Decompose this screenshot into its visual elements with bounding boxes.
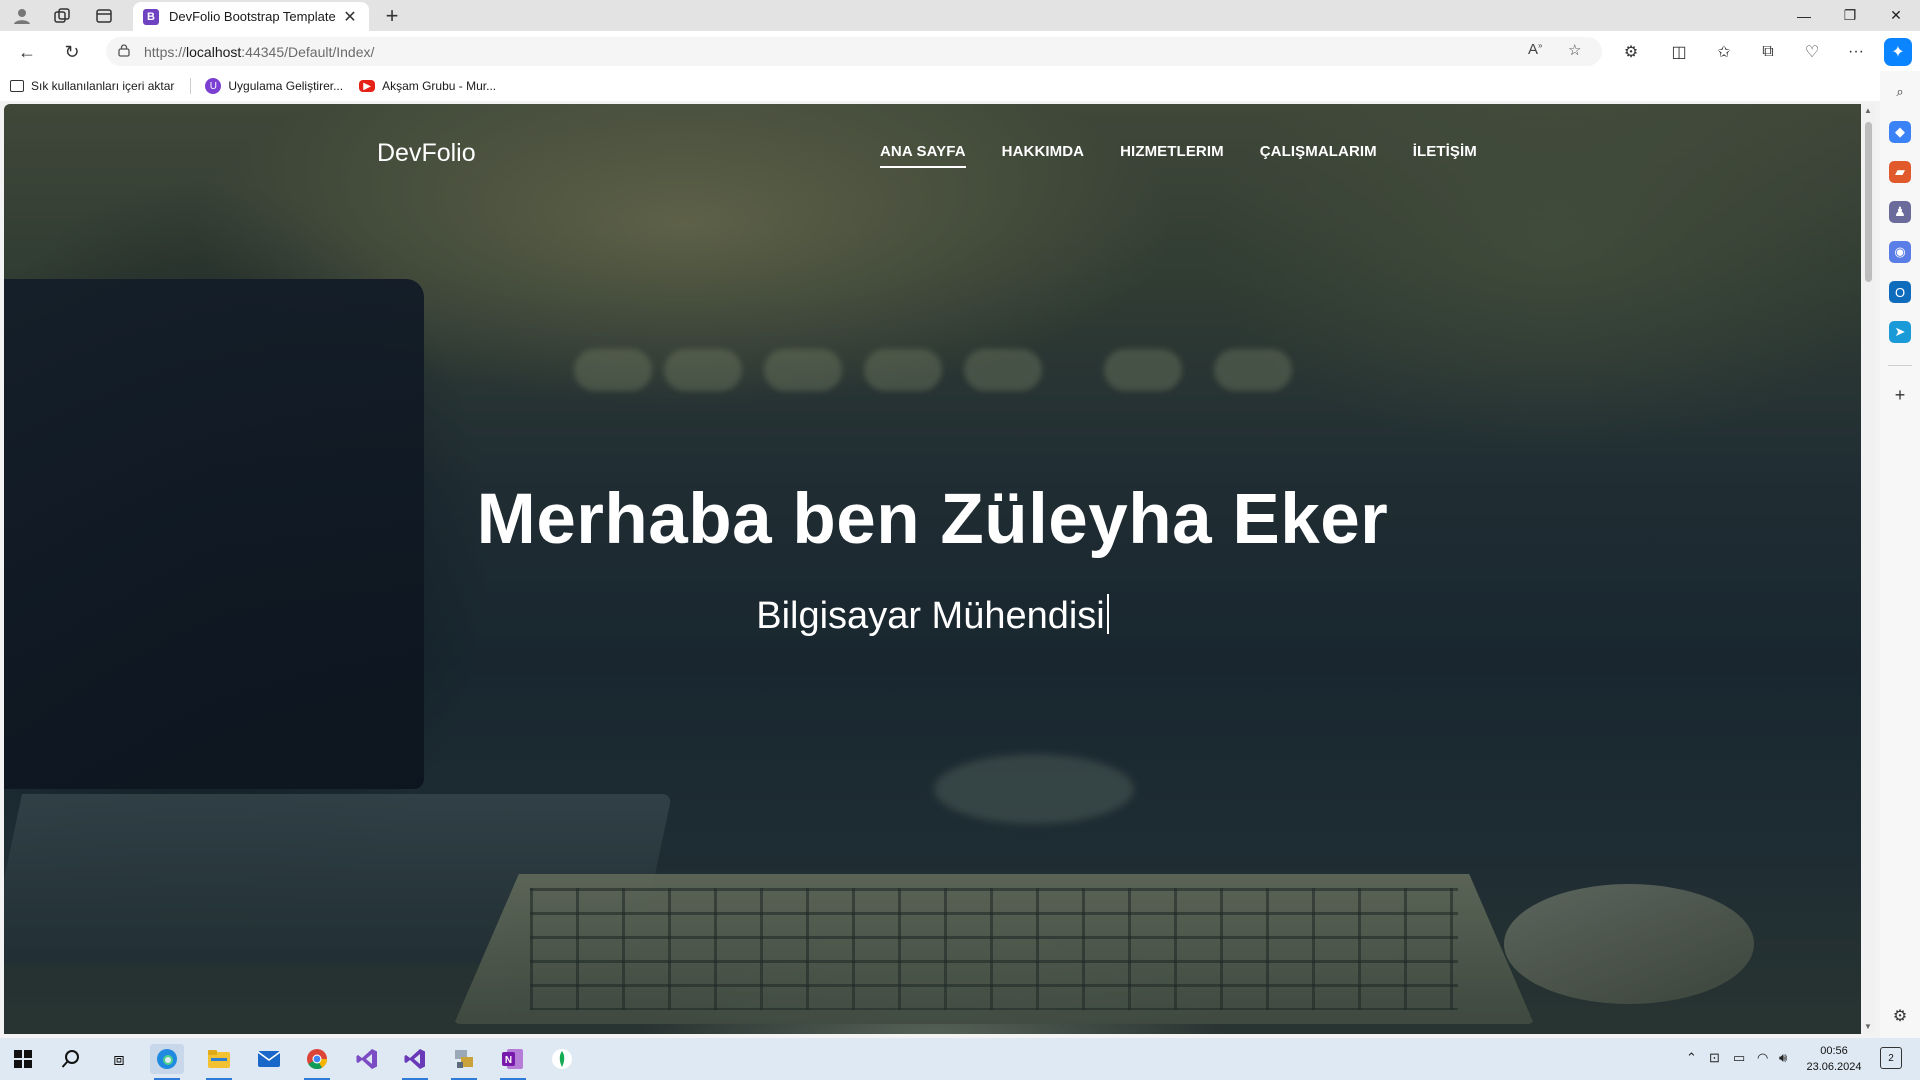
favorite-item[interactable]: Sık kullanılanları içeri aktar: [10, 79, 174, 93]
site-header: DevFolio ANA SAYFA HAKKIMDA HIZMETLERIM …: [4, 104, 1861, 194]
typing-caret: [1106, 594, 1109, 634]
tab-title: DevFolio Bootstrap Template: [169, 9, 336, 24]
browser-tab-bar: B DevFolio Bootstrap Template ✕ + — ❐ ✕: [0, 0, 1920, 31]
scroll-down-icon[interactable]: ▼: [1864, 1022, 1872, 1031]
meet-now-icon[interactable]: ⊡: [1709, 1050, 1720, 1066]
main-menu: ANA SAYFA HAKKIMDA HIZMETLERIM ÇALIŞMALA…: [880, 143, 1513, 168]
clock-date: 23.06.2024: [1806, 1061, 1862, 1073]
close-tab-icon[interactable]: ✕: [341, 7, 359, 27]
menu-item-hakkimda[interactable]: HAKKIMDA: [1002, 143, 1084, 160]
windows-taskbar: ⧈ N ⌃ ⊡ ▭ ◠ 🔊︎ 00:56 23.06.2024 2: [0, 1038, 1920, 1080]
extensions-icon[interactable]: ⚙: [1617, 38, 1645, 66]
visual-studio-icon[interactable]: [398, 1044, 432, 1080]
copilot-icon[interactable]: ✦: [1884, 38, 1912, 66]
favorite-item[interactable]: U Uygulama Geliştirer...: [205, 78, 343, 94]
drop-icon[interactable]: ➤: [1889, 321, 1911, 343]
more-options-icon[interactable]: ···: [1842, 38, 1870, 66]
address-bar[interactable]: https://localhost:44345/Default/Index/ A…: [106, 37, 1602, 66]
task-view-icon[interactable]: ⧈: [102, 1044, 136, 1074]
favorite-item[interactable]: ▶ Akşam Grubu - Mur...: [359, 79, 496, 93]
hero-overlay: [4, 104, 1861, 1034]
favorite-label: Akşam Grubu - Mur...: [382, 79, 497, 93]
app-dev-icon: U: [205, 78, 222, 94]
menu-item-calismalarim[interactable]: ÇALIŞMALARIM: [1260, 143, 1377, 160]
visual-studio-icon[interactable]: [350, 1044, 384, 1074]
clock-time: 00:56: [1820, 1045, 1848, 1057]
notification-center-icon[interactable]: 2: [1880, 1047, 1902, 1069]
add-sidebar-app-icon[interactable]: +: [1889, 384, 1911, 406]
tools-icon[interactable]: ▰: [1889, 161, 1911, 183]
menu-item-ana-sayfa[interactable]: ANA SAYFA: [880, 143, 966, 168]
lock-icon[interactable]: [118, 43, 130, 60]
youtube-icon: ▶: [359, 80, 376, 92]
favorites-icon[interactable]: ✩: [1710, 38, 1738, 66]
battery-icon[interactable]: ▭: [1733, 1050, 1745, 1066]
refresh-icon[interactable]: ↻: [58, 38, 86, 66]
new-tab-icon[interactable]: +: [380, 3, 404, 29]
show-hidden-icons-icon[interactable]: ⌃: [1686, 1050, 1697, 1066]
webpage-viewport: DevFolio ANA SAYFA HAKKIMDA HIZMETLERIM …: [4, 104, 1861, 1034]
favorite-star-icon[interactable]: ☆: [1568, 41, 1581, 59]
mail-icon[interactable]: [252, 1044, 286, 1074]
browser-essentials-icon[interactable]: ♡: [1798, 38, 1826, 66]
scroll-thumb[interactable]: [1865, 122, 1872, 282]
browser-tab[interactable]: B DevFolio Bootstrap Template ✕: [133, 2, 369, 31]
games-icon[interactable]: ♟: [1889, 201, 1911, 223]
chrome-icon[interactable]: [300, 1044, 334, 1080]
page-scrollbar[interactable]: ▲ ▼: [1862, 104, 1875, 1034]
tab-actions-icon[interactable]: [92, 4, 116, 28]
edge-sidebar: ⌕ ◆ ▰ ♟ ◉ O ➤ + ⚙: [1880, 71, 1920, 1038]
hero-subtitle-text: Bilgisayar Mühendisi: [756, 595, 1105, 637]
menu-item-iletisim[interactable]: İLETİŞİM: [1413, 143, 1477, 160]
microsoft-365-icon[interactable]: ◉: [1889, 241, 1911, 263]
collections-icon[interactable]: ⧉: [1754, 38, 1782, 66]
taskbar-clock[interactable]: 00:56 23.06.2024: [1804, 1043, 1864, 1075]
workspaces-icon[interactable]: [50, 4, 74, 28]
favorite-label: Uygulama Geliştirer...: [228, 79, 344, 93]
shopping-tag-icon[interactable]: ◆: [1889, 121, 1911, 143]
notification-count: 2: [1888, 1052, 1894, 1064]
read-aloud-icon[interactable]: A»: [1528, 41, 1542, 58]
file-explorer-icon[interactable]: [202, 1044, 236, 1080]
hero-title: Merhaba ben Züleyha Eker: [476, 480, 1389, 559]
bootstrap-favicon-icon: B: [143, 8, 159, 25]
edge-taskbar-icon[interactable]: [150, 1044, 184, 1080]
wifi-icon[interactable]: ◠: [1757, 1050, 1768, 1066]
volume-icon[interactable]: 🔊︎: [1779, 1050, 1787, 1066]
desktop: B DevFolio Bootstrap Template ✕ + — ❐ ✕ …: [0, 0, 1920, 1080]
back-icon[interactable]: ←: [13, 38, 41, 66]
sidebar-settings-icon[interactable]: ⚙: [1889, 1005, 1911, 1027]
favorites-divider: [190, 78, 192, 94]
sidebar-search-icon[interactable]: ⌕: [1889, 81, 1911, 103]
restore-icon[interactable]: ❐: [1827, 0, 1873, 31]
onenote-icon[interactable]: N: [496, 1044, 530, 1080]
profile-icon[interactable]: [10, 4, 34, 28]
scroll-up-icon[interactable]: ▲: [1864, 106, 1872, 115]
browser-toolbar: ← ↻ https://localhost:44345/Default/Inde…: [0, 31, 1920, 71]
taskbar-search-icon[interactable]: [54, 1044, 88, 1074]
menu-item-hizmetlerim[interactable]: HIZMETLERIM: [1120, 143, 1224, 160]
import-favorites-icon: [10, 80, 24, 92]
svg-text:N: N: [505, 1055, 512, 1066]
mongodb-compass-icon[interactable]: [545, 1044, 579, 1074]
favorite-label: Sık kullanılanları içeri aktar: [31, 79, 175, 93]
url-text: https://localhost:44345/Default/Index/: [144, 43, 375, 60]
minimize-icon[interactable]: —: [1781, 0, 1827, 31]
sidebar-divider: [1888, 365, 1912, 366]
start-windows-icon[interactable]: [6, 1044, 40, 1074]
favorites-bar: Sık kullanılanları içeri aktar U Uygulam…: [0, 71, 1880, 101]
site-logo[interactable]: DevFolio: [377, 139, 476, 168]
close-window-icon[interactable]: ✕: [1873, 0, 1919, 31]
outlook-icon[interactable]: O: [1889, 281, 1911, 303]
sql-server-icon[interactable]: [447, 1044, 481, 1080]
hero-subtitle: Bilgisayar Mühendisi: [4, 594, 1861, 638]
split-screen-icon[interactable]: ◫: [1665, 38, 1693, 66]
